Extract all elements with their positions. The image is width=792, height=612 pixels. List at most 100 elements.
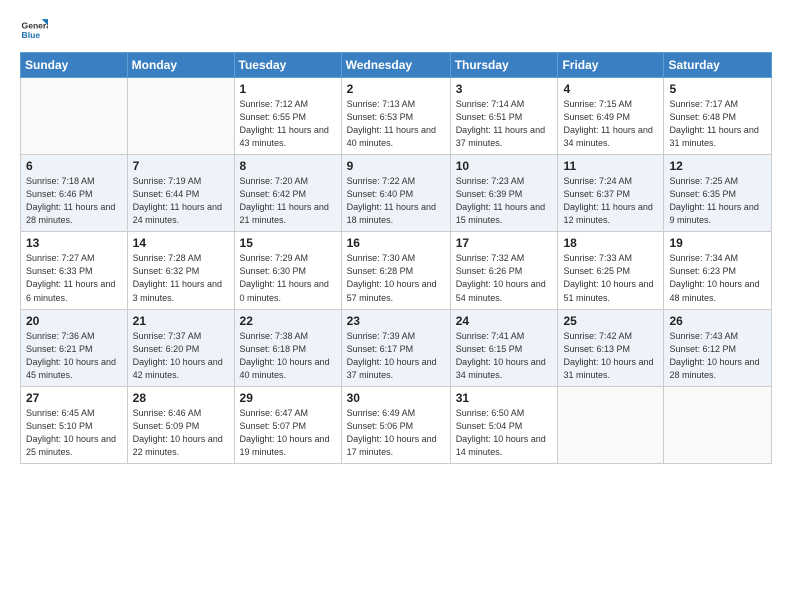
day-number: 29 [240, 391, 336, 405]
day-number: 30 [347, 391, 445, 405]
weekday-header-monday: Monday [127, 53, 234, 78]
calendar-week-row: 20Sunrise: 7:36 AMSunset: 6:21 PMDayligh… [21, 309, 772, 386]
calendar-cell: 27 Sunrise: 6:45 AMSunset: 5:10 PMDayligh… [21, 386, 128, 463]
day-info: Sunrise: 7:18 AMSunset: 6:46 PMDaylight:… [26, 175, 122, 227]
day-info: Sunrise: 7:28 AMSunset: 6:32 PMDaylight:… [133, 252, 229, 304]
day-info: Sunrise: 7:30 AMSunset: 6:28 PMDaylight:… [347, 252, 445, 304]
day-number: 10 [456, 159, 553, 173]
calendar-week-row: 1 Sunrise: 7:12 AMSunset: 6:55 PMDaylight… [21, 78, 772, 155]
day-number: 6 [26, 159, 122, 173]
calendar-cell: 5Sunrise: 7:17 AMSunset: 6:48 PMDaylight… [664, 78, 772, 155]
calendar-table: SundayMondayTuesdayWednesdayThursdayFrid… [20, 52, 772, 464]
calendar-cell: 18 Sunrise: 7:33 AMSunset: 6:25 PMDayligh… [558, 232, 664, 309]
calendar-cell: 7Sunrise: 7:19 AMSunset: 6:44 PMDaylight… [127, 155, 234, 232]
day-info: Sunrise: 7:32 AMSunset: 6:26 PMDaylight:… [456, 252, 553, 304]
day-info: Sunrise: 7:33 AMSunset: 6:25 PMDaylight:… [563, 252, 658, 304]
calendar-week-row: 6 Sunrise: 7:18 AMSunset: 6:46 PMDaylight… [21, 155, 772, 232]
calendar-cell: 16 Sunrise: 7:30 AMSunset: 6:28 PMDayligh… [341, 232, 450, 309]
calendar-cell: 26 Sunrise: 7:43 AMSunset: 6:12 PMDayligh… [664, 309, 772, 386]
calendar-cell: 6 Sunrise: 7:18 AMSunset: 6:46 PMDaylight… [21, 155, 128, 232]
day-number: 31 [456, 391, 553, 405]
calendar-cell [664, 386, 772, 463]
day-number: 25 [563, 314, 658, 328]
day-info: Sunrise: 7:27 AMSunset: 6:33 PMDaylight:… [26, 252, 122, 304]
day-info: Sunrise: 7:42 AMSunset: 6:13 PMDaylight:… [563, 330, 658, 382]
calendar-cell: 23 Sunrise: 7:39 AMSunset: 6:17 PMDayligh… [341, 309, 450, 386]
calendar-cell: 10 Sunrise: 7:23 AMSunset: 6:39 PMDayligh… [450, 155, 558, 232]
day-info: Sunrise: 6:47 AMSunset: 5:07 PMDaylight:… [240, 407, 336, 459]
day-number: 4 [563, 82, 658, 96]
calendar-cell: 29 Sunrise: 6:47 AMSunset: 5:07 PMDayligh… [234, 386, 341, 463]
day-info: Sunrise: 7:39 AMSunset: 6:17 PMDaylight:… [347, 330, 445, 382]
day-info: Sunrise: 7:12 AMSunset: 6:55 PMDaylight:… [240, 98, 336, 150]
day-number: 21 [133, 314, 229, 328]
day-number: 16 [347, 236, 445, 250]
day-number: 1 [240, 82, 336, 96]
calendar-cell: 1 Sunrise: 7:12 AMSunset: 6:55 PMDaylight… [234, 78, 341, 155]
svg-text:General: General [22, 20, 48, 30]
calendar-cell: 14 Sunrise: 7:28 AMSunset: 6:32 PMDayligh… [127, 232, 234, 309]
day-number: 17 [456, 236, 553, 250]
day-number: 8 [240, 159, 336, 173]
calendar-cell: 20Sunrise: 7:36 AMSunset: 6:21 PMDayligh… [21, 309, 128, 386]
calendar-cell [127, 78, 234, 155]
day-info: Sunrise: 7:37 AMSunset: 6:20 PMDaylight:… [133, 330, 229, 382]
svg-text:Blue: Blue [22, 30, 41, 40]
weekday-header-friday: Friday [558, 53, 664, 78]
calendar-cell: 4 Sunrise: 7:15 AMSunset: 6:49 PMDaylight… [558, 78, 664, 155]
day-info: Sunrise: 7:24 AMSunset: 6:37 PMDaylight:… [563, 175, 658, 227]
calendar-cell: 19Sunrise: 7:34 AMSunset: 6:23 PMDayligh… [664, 232, 772, 309]
day-number: 26 [669, 314, 766, 328]
day-number: 12 [669, 159, 766, 173]
calendar-cell: 31Sunrise: 6:50 AMSunset: 5:04 PMDayligh… [450, 386, 558, 463]
weekday-header-sunday: Sunday [21, 53, 128, 78]
day-info: Sunrise: 7:29 AMSunset: 6:30 PMDaylight:… [240, 252, 336, 304]
day-info: Sunrise: 7:25 AMSunset: 6:35 PMDaylight:… [669, 175, 766, 227]
day-info: Sunrise: 6:45 AMSunset: 5:10 PMDaylight:… [26, 407, 122, 459]
day-number: 27 [26, 391, 122, 405]
calendar-cell: 2 Sunrise: 7:13 AMSunset: 6:53 PMDaylight… [341, 78, 450, 155]
day-number: 5 [669, 82, 766, 96]
day-number: 19 [669, 236, 766, 250]
calendar-cell: 9Sunrise: 7:22 AMSunset: 6:40 PMDaylight… [341, 155, 450, 232]
calendar-cell: 22Sunrise: 7:38 AMSunset: 6:18 PMDayligh… [234, 309, 341, 386]
day-number: 15 [240, 236, 336, 250]
day-info: Sunrise: 7:22 AMSunset: 6:40 PMDaylight:… [347, 175, 445, 227]
day-number: 24 [456, 314, 553, 328]
day-info: Sunrise: 6:49 AMSunset: 5:06 PMDaylight:… [347, 407, 445, 459]
day-number: 28 [133, 391, 229, 405]
day-info: Sunrise: 7:23 AMSunset: 6:39 PMDaylight:… [456, 175, 553, 227]
day-info: Sunrise: 7:43 AMSunset: 6:12 PMDaylight:… [669, 330, 766, 382]
calendar-cell: 11 Sunrise: 7:24 AMSunset: 6:37 PMDayligh… [558, 155, 664, 232]
calendar-cell: 12 Sunrise: 7:25 AMSunset: 6:35 PMDayligh… [664, 155, 772, 232]
calendar-cell: 24Sunrise: 7:41 AMSunset: 6:15 PMDayligh… [450, 309, 558, 386]
weekday-header-wednesday: Wednesday [341, 53, 450, 78]
calendar-week-row: 13Sunrise: 7:27 AMSunset: 6:33 PMDayligh… [21, 232, 772, 309]
day-number: 3 [456, 82, 553, 96]
day-number: 7 [133, 159, 229, 173]
day-number: 18 [563, 236, 658, 250]
calendar-cell: 30 Sunrise: 6:49 AMSunset: 5:06 PMDayligh… [341, 386, 450, 463]
calendar-cell: 25 Sunrise: 7:42 AMSunset: 6:13 PMDayligh… [558, 309, 664, 386]
calendar-cell: 28Sunrise: 6:46 AMSunset: 5:09 PMDayligh… [127, 386, 234, 463]
calendar-cell: 21 Sunrise: 7:37 AMSunset: 6:20 PMDayligh… [127, 309, 234, 386]
calendar-cell [21, 78, 128, 155]
weekday-header-thursday: Thursday [450, 53, 558, 78]
day-info: Sunrise: 7:15 AMSunset: 6:49 PMDaylight:… [563, 98, 658, 150]
calendar-cell: 3 Sunrise: 7:14 AMSunset: 6:51 PMDaylight… [450, 78, 558, 155]
day-info: Sunrise: 7:36 AMSunset: 6:21 PMDaylight:… [26, 330, 122, 382]
logo: General Blue [20, 16, 48, 44]
weekday-header-saturday: Saturday [664, 53, 772, 78]
day-number: 11 [563, 159, 658, 173]
day-info: Sunrise: 7:38 AMSunset: 6:18 PMDaylight:… [240, 330, 336, 382]
calendar-cell: 17 Sunrise: 7:32 AMSunset: 6:26 PMDayligh… [450, 232, 558, 309]
day-number: 23 [347, 314, 445, 328]
day-number: 14 [133, 236, 229, 250]
day-info: Sunrise: 7:13 AMSunset: 6:53 PMDaylight:… [347, 98, 445, 150]
header: General Blue [20, 16, 772, 44]
weekday-header-row: SundayMondayTuesdayWednesdayThursdayFrid… [21, 53, 772, 78]
day-info: Sunrise: 7:20 AMSunset: 6:42 PMDaylight:… [240, 175, 336, 227]
calendar-cell [558, 386, 664, 463]
day-info: Sunrise: 7:14 AMSunset: 6:51 PMDaylight:… [456, 98, 553, 150]
day-number: 2 [347, 82, 445, 96]
